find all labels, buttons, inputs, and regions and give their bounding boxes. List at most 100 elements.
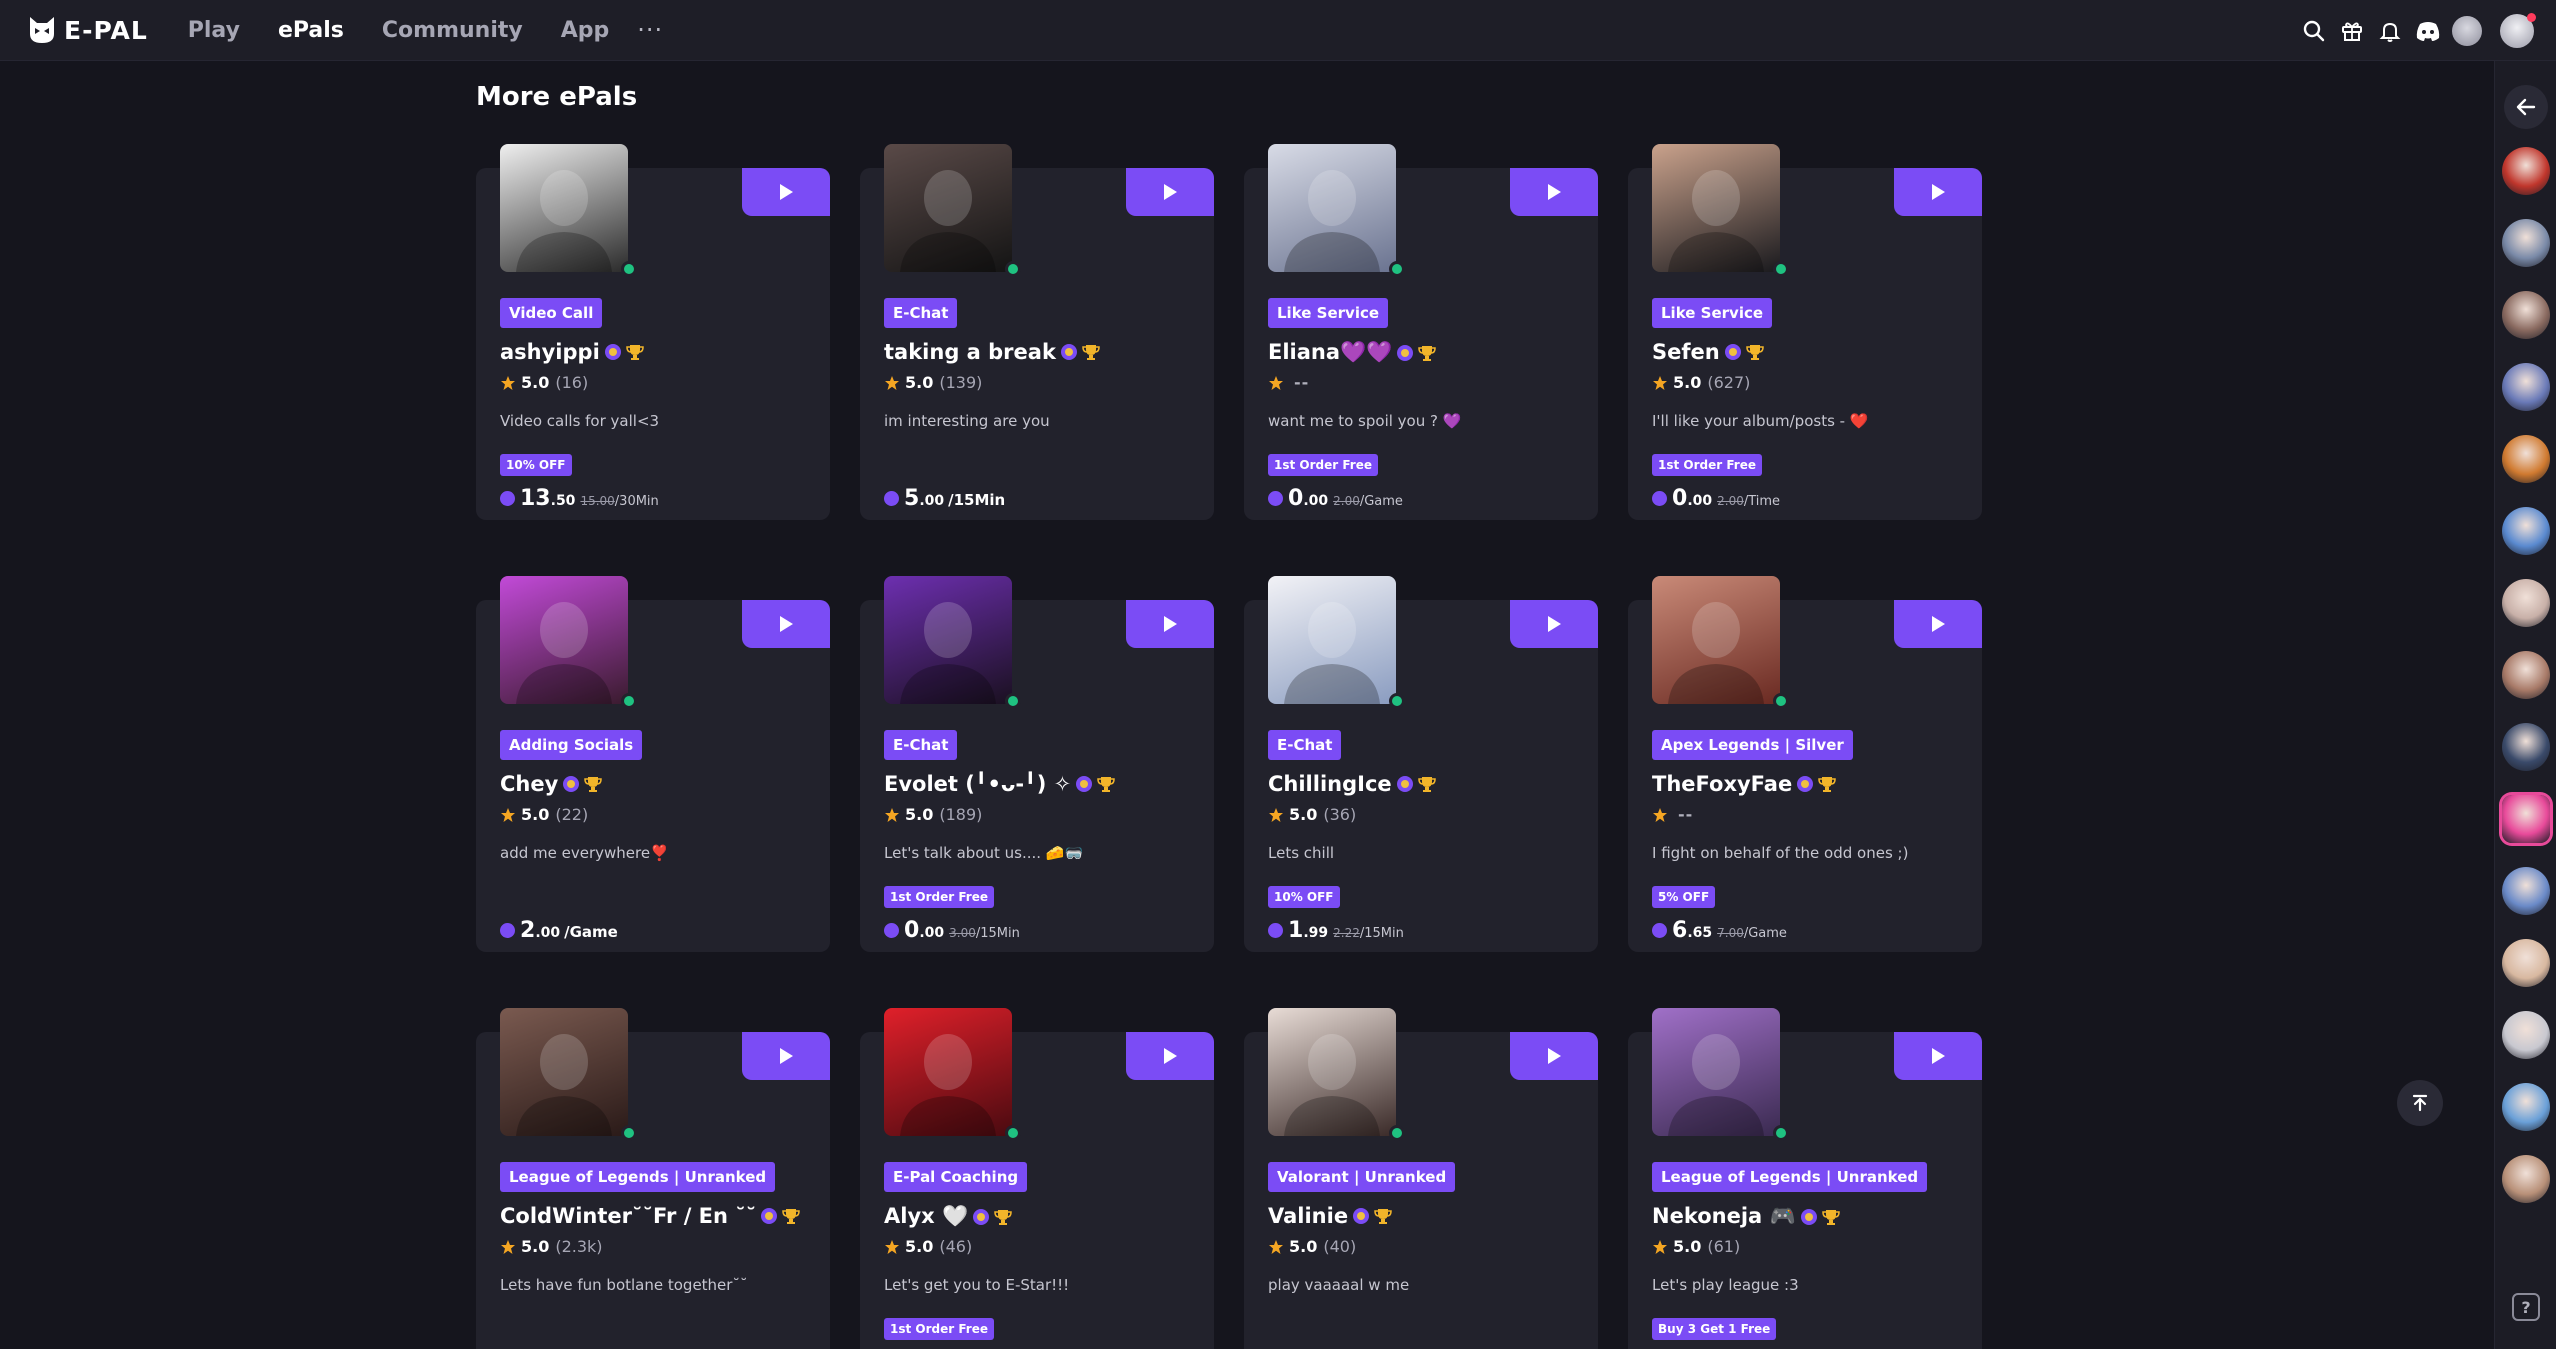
epal-photo[interactable]	[1268, 1008, 1396, 1136]
epal-photo[interactable]	[884, 144, 1012, 272]
friend-avatar[interactable]	[2502, 867, 2550, 915]
epal-photo[interactable]	[884, 1008, 1012, 1136]
epal-description: im interesting are you	[884, 412, 1050, 430]
voice-preview-button[interactable]	[1126, 600, 1214, 648]
nav-more-button[interactable]: ···	[637, 16, 663, 44]
epal-photo[interactable]	[1652, 576, 1780, 704]
bell-icon[interactable]	[2376, 17, 2404, 45]
price: 6.65 7.00/Game	[1652, 918, 1787, 943]
friend-avatar[interactable]	[2502, 1083, 2550, 1131]
trophy-icon	[1082, 345, 1100, 360]
friend-avatar[interactable]	[2502, 579, 2550, 627]
online-status-dot	[1005, 693, 1021, 709]
logo[interactable]: E-PAL	[26, 14, 148, 46]
epal-photo[interactable]	[1652, 1008, 1780, 1136]
star-icon	[1269, 807, 1283, 822]
back-to-top-button[interactable]	[2397, 1080, 2443, 1126]
friend-avatar[interactable]	[2502, 795, 2550, 843]
price-original: 7.00	[1717, 926, 1744, 940]
arrow-up-icon	[2412, 1094, 2428, 1112]
friend-avatar[interactable]	[2502, 723, 2550, 771]
voice-preview-button[interactable]	[1894, 168, 1982, 216]
epal-card[interactable]: E-Chat taking a break 5.0 (139) im interesti…	[860, 144, 1214, 520]
rating-count: (139)	[939, 373, 983, 392]
voice-preview-button[interactable]	[1510, 1032, 1598, 1080]
price-original: 3.00	[949, 926, 976, 940]
voice-preview-button[interactable]	[742, 168, 830, 216]
online-status-dot	[1773, 261, 1789, 277]
epal-photo[interactable]	[1268, 144, 1396, 272]
epal-card[interactable]: Like Service Eliana💜💜 -- want me to spoil y…	[1244, 144, 1598, 520]
epal-card[interactable]: Apex Legends | Silver TheFoxyFae -- I fight…	[1628, 576, 1982, 952]
epal-card[interactable]: League of Legends | Unranked Nekoneja 🎮 5.…	[1628, 1008, 1982, 1349]
user-avatar[interactable]	[2500, 12, 2536, 48]
nav-play[interactable]: Play	[188, 18, 240, 43]
trophy-icon	[1418, 345, 1437, 361]
epal-photo[interactable]	[500, 576, 628, 704]
nav-app[interactable]: App	[561, 18, 610, 43]
friend-avatar[interactable]	[2502, 939, 2550, 987]
epal-card[interactable]: E-Pal Coaching Alyx 🤍 5.0 (46) Let's get you…	[860, 1008, 1214, 1349]
epal-photo[interactable]	[500, 144, 628, 272]
friend-avatar[interactable]	[2502, 363, 2550, 411]
friend-avatar[interactable]	[2502, 219, 2550, 267]
rating: 5.0 (16)	[500, 373, 588, 392]
play-icon	[780, 616, 793, 632]
epal-card[interactable]: Video Call ashyippi 5.0 (16) Video calls for…	[476, 144, 830, 520]
search-icon[interactable]	[2300, 17, 2328, 45]
discord-icon[interactable]	[2414, 17, 2442, 45]
voice-preview-button[interactable]	[742, 1032, 830, 1080]
verified-badge-icon	[973, 1208, 990, 1225]
price-original: 15.00	[580, 494, 615, 508]
voice-preview-button[interactable]	[1894, 600, 1982, 648]
rating-count: (36)	[1323, 805, 1357, 824]
voice-preview-button[interactable]	[1510, 600, 1598, 648]
friend-avatar[interactable]	[2502, 1155, 2550, 1203]
epal-card[interactable]: Like Service Sefen 5.0 (627) I'll like your …	[1628, 144, 1982, 520]
gift-icon[interactable]	[2338, 17, 2366, 45]
price-original: 2.00	[1333, 494, 1360, 508]
person-silhouette-icon	[516, 1034, 612, 1136]
rating: --	[1268, 373, 1309, 392]
friend-avatar[interactable]	[2502, 435, 2550, 483]
epal-photo[interactable]	[884, 576, 1012, 704]
voice-preview-button[interactable]	[1510, 168, 1598, 216]
epal-card[interactable]: Valorant | Unranked Valinie 5.0 (40) play va…	[1244, 1008, 1598, 1349]
voice-preview-button[interactable]	[1126, 168, 1214, 216]
epal-card[interactable]: League of Legends | Unranked ColdWinter˘˘…	[476, 1008, 830, 1349]
voice-preview-button[interactable]	[742, 600, 830, 648]
nav-community[interactable]: Community	[382, 18, 523, 43]
epal-photo[interactable]	[500, 1008, 628, 1136]
epal-card[interactable]: E-Chat ChillingIce 5.0 (36) Lets chill 10% OF…	[1244, 576, 1598, 952]
collapse-rail-button[interactable]	[2504, 85, 2548, 129]
price-unit: /Game	[564, 923, 618, 941]
online-status-dot	[1005, 1125, 1021, 1141]
nav-epals[interactable]: ePals	[278, 18, 344, 43]
rating: 5.0 (627)	[1652, 373, 1750, 392]
star-icon	[1269, 1239, 1283, 1254]
friend-avatar[interactable]	[2502, 291, 2550, 339]
rating-score: 5.0	[905, 805, 934, 824]
voice-preview-button[interactable]	[1894, 1032, 1982, 1080]
mascot-avatar[interactable]	[2452, 15, 2482, 46]
help-button[interactable]: ?	[2512, 1293, 2540, 1321]
brand-name: E-PAL	[64, 15, 148, 45]
friend-avatar[interactable]	[2502, 1011, 2550, 1059]
star-icon	[501, 1239, 515, 1254]
online-status-dot	[621, 1125, 637, 1141]
rating-count: (189)	[939, 805, 983, 824]
friend-avatar[interactable]	[2502, 651, 2550, 699]
epal-card[interactable]: Adding Socials Chey 5.0 (22) add me everywhe…	[476, 576, 830, 952]
nav-actions	[2290, 0, 2536, 61]
epal-photo[interactable]	[1268, 576, 1396, 704]
epal-card[interactable]: E-Chat Evolet (╹•ᴗ-╹) ✧ 5.0 (189) Let's talk…	[860, 576, 1214, 952]
price-whole: 0	[1288, 486, 1304, 511]
coin-icon	[1652, 923, 1667, 938]
friend-avatar[interactable]	[2502, 507, 2550, 555]
promo-badge: 1st Order Free	[1652, 454, 1762, 476]
service-tag: Adding Socials	[500, 730, 643, 760]
epal-photo[interactable]	[1652, 144, 1780, 272]
epal-name: ashyippi	[500, 340, 644, 364]
voice-preview-button[interactable]	[1126, 1032, 1214, 1080]
friend-avatar[interactable]	[2502, 147, 2550, 195]
